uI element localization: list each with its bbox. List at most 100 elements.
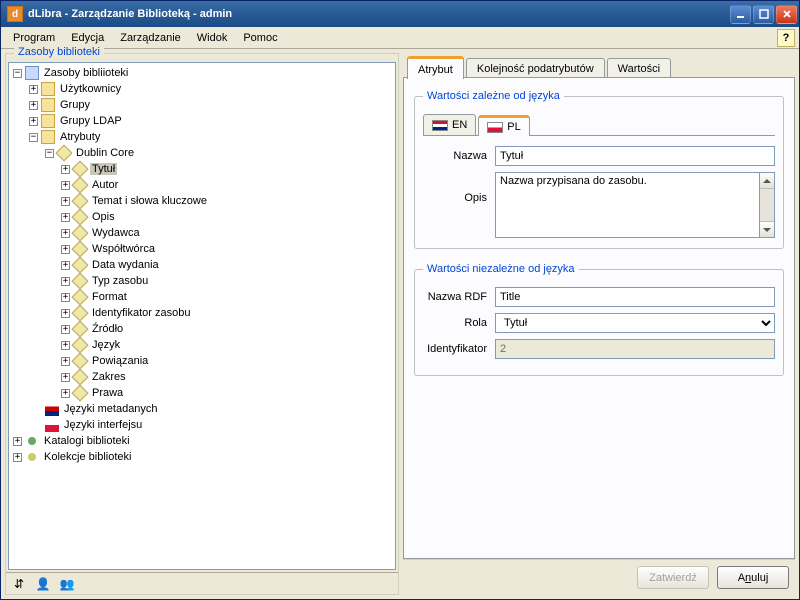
status-icon-3[interactable]: 👥: [60, 577, 74, 591]
status-icon-1[interactable]: ⇵: [12, 577, 26, 591]
tab-atrybut[interactable]: Atrybut: [407, 56, 464, 79]
tab-wartosci[interactable]: Wartości: [607, 58, 671, 78]
tree-groups-ldap[interactable]: Grupy LDAP: [58, 115, 124, 127]
catalogs-icon: [25, 434, 39, 448]
attribute-icon: [73, 322, 87, 336]
app-icon: d: [7, 6, 23, 22]
window-title: dLibra - Zarządzanie Biblioteką - admin: [28, 8, 728, 20]
menubar: Program Edycja Zarządzanie Widok Pomoc ?: [1, 27, 799, 49]
tree-dc-powiazania[interactable]: Powiązania: [90, 355, 150, 367]
tree-groups[interactable]: Grupy: [58, 99, 92, 111]
menu-zarzadzanie[interactable]: Zarządzanie: [112, 30, 189, 46]
tree-dc-tytul[interactable]: Tytuł: [90, 163, 117, 175]
lang-independent-legend: Wartości niezależne od języka: [423, 263, 579, 275]
tree-catalogs[interactable]: Katalogi biblioteki: [42, 435, 132, 447]
menu-program[interactable]: Program: [5, 30, 63, 46]
attribute-icon: [73, 194, 87, 208]
menu-pomoc[interactable]: Pomoc: [235, 30, 285, 46]
lang-dependent-group: Wartości zależne od języka EN PL Nazwa O…: [414, 90, 784, 249]
rola-select[interactable]: Tytuł: [495, 313, 775, 333]
close-button[interactable]: [776, 5, 797, 24]
attribute-icon: [73, 386, 87, 400]
tree-dublin-core[interactable]: Dublin Core: [74, 147, 136, 159]
tree-lang-ui[interactable]: Języki interfejsu: [62, 419, 144, 431]
tree-dc-zakres[interactable]: Zakres: [90, 371, 128, 383]
scroll-up-button[interactable]: [760, 173, 774, 189]
tree-dc-zrodlo[interactable]: Źródło: [90, 323, 125, 335]
identyfikator-field: [495, 339, 775, 359]
button-bar: Zatwierdź Anuluj: [403, 559, 795, 595]
nazwa-label: Nazwa: [423, 150, 495, 162]
titlebar: d dLibra - Zarządzanie Biblioteką - admi…: [1, 1, 799, 27]
status-icon-2[interactable]: 👤: [36, 577, 50, 591]
maximize-button[interactable]: [753, 5, 774, 24]
folder-icon: [41, 82, 55, 96]
lang-tab-pl[interactable]: PL: [478, 115, 529, 136]
rola-label: Rola: [423, 317, 495, 329]
tab-content: Wartości zależne od języka EN PL Nazwa O…: [403, 78, 795, 559]
tree-dc-prawa[interactable]: Prawa: [90, 387, 125, 399]
tabstrip: Atrybut Kolejność podatrybutów Wartości: [403, 53, 795, 78]
identyfikator-label: Identyfikator: [423, 343, 495, 355]
tree-dc-wspoltworca[interactable]: Współtwórca: [90, 243, 157, 255]
database-icon: [25, 66, 39, 80]
attribute-icon: [73, 178, 87, 192]
lang-dependent-legend: Wartości zależne od języka: [423, 90, 564, 102]
tree-collections[interactable]: Kolekcje biblioteki: [42, 451, 133, 463]
cancel-button[interactable]: Anuluj: [717, 566, 789, 589]
folder-icon: [41, 130, 55, 144]
tree-dc-wydawca[interactable]: Wydawca: [90, 227, 142, 239]
tree-dc-format[interactable]: Format: [90, 291, 129, 303]
context-help-icon[interactable]: ?: [777, 29, 795, 47]
tree-users[interactable]: Użytkownicy: [58, 83, 123, 95]
left-panel-title: Zasoby biblioteki: [14, 46, 104, 58]
attribute-icon: [73, 242, 87, 256]
right-panel: Atrybut Kolejność podatrybutów Wartości …: [403, 53, 795, 595]
folder-icon: [41, 98, 55, 112]
attribute-icon: [73, 290, 87, 304]
tree-root[interactable]: Zasoby bibliioteki: [42, 67, 130, 79]
flag-en-icon: [432, 120, 448, 131]
attribute-icon: [73, 210, 87, 224]
opis-scrollbar[interactable]: [759, 172, 775, 238]
tree-dc-identyfikator[interactable]: Identyfikator zasobu: [90, 307, 192, 319]
attribute-icon: [73, 162, 87, 176]
attribute-icon: [73, 274, 87, 288]
tree-dc-autor[interactable]: Autor: [90, 179, 120, 191]
minimize-button[interactable]: [730, 5, 751, 24]
lang-independent-group: Wartości niezależne od języka Nazwa RDF …: [414, 263, 784, 376]
scroll-down-button[interactable]: [760, 221, 774, 237]
rdf-input[interactable]: [495, 287, 775, 307]
app-window: d dLibra - Zarządzanie Biblioteką - admi…: [0, 0, 800, 600]
collections-icon: [25, 450, 39, 464]
tree-dc-data[interactable]: Data wydania: [90, 259, 161, 271]
resource-tree[interactable]: −Zasoby bibliioteki +Użytkownicy +Grupy …: [8, 62, 396, 570]
attribute-icon: [73, 354, 87, 368]
folder-icon: [41, 114, 55, 128]
lang-tab-en[interactable]: EN: [423, 114, 476, 135]
tree-attributes[interactable]: Atrybuty: [58, 131, 102, 143]
confirm-button: Zatwierdź: [637, 566, 709, 589]
flag-en-icon: [45, 402, 59, 416]
tree-dc-typ[interactable]: Typ zasobu: [90, 275, 150, 287]
left-statusbar: ⇵ 👤 👥: [6, 572, 398, 594]
flag-pl-icon: [487, 122, 503, 133]
nazwa-input[interactable]: [495, 146, 775, 166]
left-panel: Zasoby biblioteki −Zasoby bibliioteki +U…: [5, 53, 399, 595]
tree-dc-jezyk[interactable]: Język: [90, 339, 122, 351]
tree-dc-opis[interactable]: Opis: [90, 211, 117, 223]
flag-pl-icon: [45, 418, 59, 432]
tree-lang-meta[interactable]: Języki metadanych: [62, 403, 160, 415]
attribute-icon: [73, 370, 87, 384]
menu-widok[interactable]: Widok: [189, 30, 236, 46]
attribute-icon: [57, 146, 71, 160]
attribute-icon: [73, 306, 87, 320]
language-tabs: EN PL: [423, 114, 775, 136]
menu-edycja[interactable]: Edycja: [63, 30, 112, 46]
tree-dc-temat[interactable]: Temat i słowa kluczowe: [90, 195, 209, 207]
opis-textarea[interactable]: Nazwa przypisana do zasobu.: [495, 172, 759, 238]
rdf-label: Nazwa RDF: [423, 291, 495, 303]
opis-label: Opis: [423, 172, 495, 204]
tab-kolejnosc[interactable]: Kolejność podatrybutów: [466, 58, 605, 78]
attribute-icon: [73, 258, 87, 272]
